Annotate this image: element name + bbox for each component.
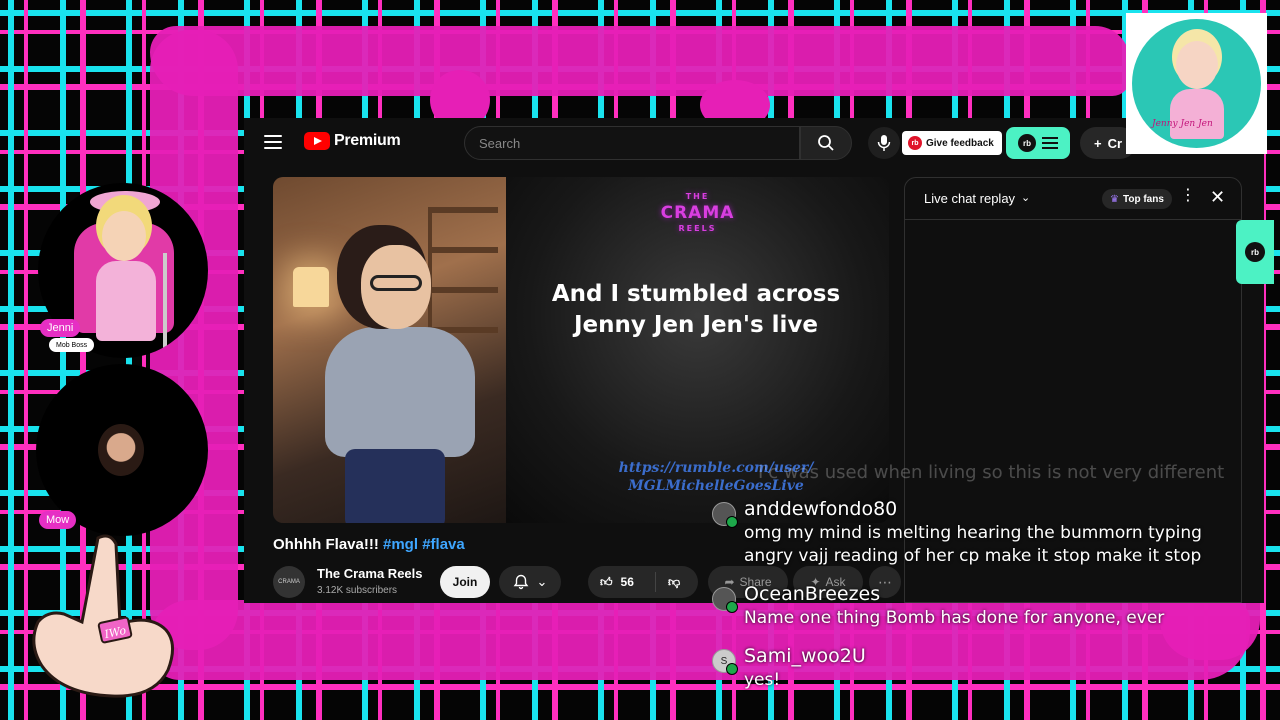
logo-figure-body: [1170, 89, 1224, 139]
logo-bottom-text: REELS: [678, 224, 717, 233]
avatar-head: [102, 211, 146, 261]
youtube-play-icon: [304, 132, 330, 150]
chat-author: Sami_woo2U: [744, 645, 866, 667]
chat-message: OceanBreezes Name one thing Bomb has don…: [712, 583, 1232, 635]
dislike-button[interactable]: 👎︎: [656, 575, 680, 590]
faded-chat-message: I'c was used when living so this is not …: [758, 462, 1225, 483]
avatar: [712, 502, 738, 528]
rumble-extension-button[interactable]: rb: [1006, 127, 1070, 159]
character-glasses: [370, 275, 422, 291]
search-button[interactable]: [800, 126, 852, 160]
logo-main-text: CRAMA: [660, 203, 735, 223]
top-bar: Premium Search rb Give feedback rb + Cr: [244, 118, 1264, 168]
lamp: [293, 267, 329, 307]
give-feedback-button[interactable]: rb Give feedback: [902, 131, 1002, 155]
chat-author: anddewfondo80: [744, 498, 898, 520]
channel-name[interactable]: The Crama Reels: [317, 566, 423, 581]
character-legs: [345, 449, 445, 523]
bell-icon: [513, 574, 528, 590]
like-count: 56: [620, 575, 634, 589]
like-dislike-group: 👍︎ 56 👎︎: [588, 566, 698, 598]
chat-text: omg my mind is melting hearing the bummo…: [744, 523, 1202, 566]
thumbs-up-icon: 👍︎: [600, 574, 613, 589]
character-body: [325, 327, 475, 457]
hashtag-link[interactable]: #mgl: [383, 536, 418, 553]
logo-figure-face: [1176, 41, 1218, 89]
more-vert-icon[interactable]: ⋮: [1180, 188, 1196, 204]
video-title: Ohhhh Flava!!! #mgl #flava: [273, 536, 465, 553]
thumbs-down-icon: 👎︎: [668, 574, 681, 589]
plus-icon: +: [1094, 135, 1102, 151]
create-label: Cr: [1107, 135, 1123, 151]
list-icon: [1042, 137, 1058, 149]
chat-text: yes!: [744, 670, 781, 690]
cam-label: Jenni: [40, 319, 81, 337]
hashtag-link[interactable]: #flava: [422, 536, 465, 553]
video-animated-scene: [273, 177, 506, 523]
notification-button[interactable]: ⌄: [499, 566, 561, 598]
chat-author: OceanBreezes: [744, 583, 881, 605]
subscriber-count: 3.12K subscribers: [317, 585, 398, 596]
hand-gesture-icon: IWo: [32, 534, 174, 698]
chat-message: S Sami_woo2U yes!: [712, 645, 1232, 697]
crama-reels-logo: THE CRAMA REELS: [506, 189, 889, 237]
cam-sublabel: Mob Boss: [49, 338, 95, 352]
guest-face: [98, 424, 144, 476]
cam-label: Mow: [39, 511, 77, 529]
chat-mode-selector[interactable]: Live chat replay: [924, 191, 1015, 206]
top-fans-label: Top fans: [1122, 193, 1164, 205]
close-icon[interactable]: ✕: [1210, 187, 1225, 208]
chat-text: Name one thing Bomb has done for anyone,…: [744, 608, 1165, 628]
rumble-side-tab[interactable]: rb: [1236, 220, 1274, 284]
rumble-logo-icon: rb: [1018, 134, 1036, 152]
video-title-text: Ohhhh Flava!!!: [273, 536, 379, 553]
chat-message: anddewfondo80 omg my mind is melting hea…: [712, 498, 1232, 574]
avatar: S: [712, 649, 738, 675]
paint-stroke-top: [150, 26, 1130, 96]
avatar-suit: [96, 261, 156, 341]
chat-header: Live chat replay ⌄ ♛ Top fans ⋮ ✕: [905, 178, 1241, 220]
chevron-down-icon: ⌄: [536, 574, 548, 589]
logo-signature: Jenny Jen Jen: [1152, 119, 1213, 129]
like-button[interactable]: 👍︎ 56: [588, 572, 656, 592]
search-icon: [818, 135, 834, 151]
rumble-logo-icon: rb: [1245, 242, 1265, 262]
chevron-down-icon[interactable]: ⌄: [1021, 191, 1030, 204]
video-caption: And I stumbled across Jenny Jen Jen's li…: [551, 281, 841, 338]
avatar: [712, 587, 738, 613]
top-fans-button[interactable]: ♛ Top fans: [1102, 189, 1172, 209]
voice-search-button[interactable]: [868, 127, 900, 159]
channel-avatar[interactable]: CRAMA: [273, 566, 305, 598]
sword: [163, 253, 167, 348]
microphone-icon: [877, 135, 891, 151]
youtube-premium-logo[interactable]: Premium: [304, 132, 401, 150]
logo-text: Premium: [334, 132, 401, 149]
streamer-logo: Jenny Jen Jen: [1126, 13, 1267, 154]
hamburger-menu-icon[interactable]: [264, 135, 282, 149]
crown-icon: ♛: [1110, 193, 1119, 205]
rumble-badge-icon: rb: [908, 136, 922, 150]
pink-hat: [90, 191, 160, 213]
join-button[interactable]: Join: [440, 566, 490, 598]
search-input[interactable]: Search: [464, 126, 800, 160]
feedback-label: Give feedback: [926, 137, 994, 149]
